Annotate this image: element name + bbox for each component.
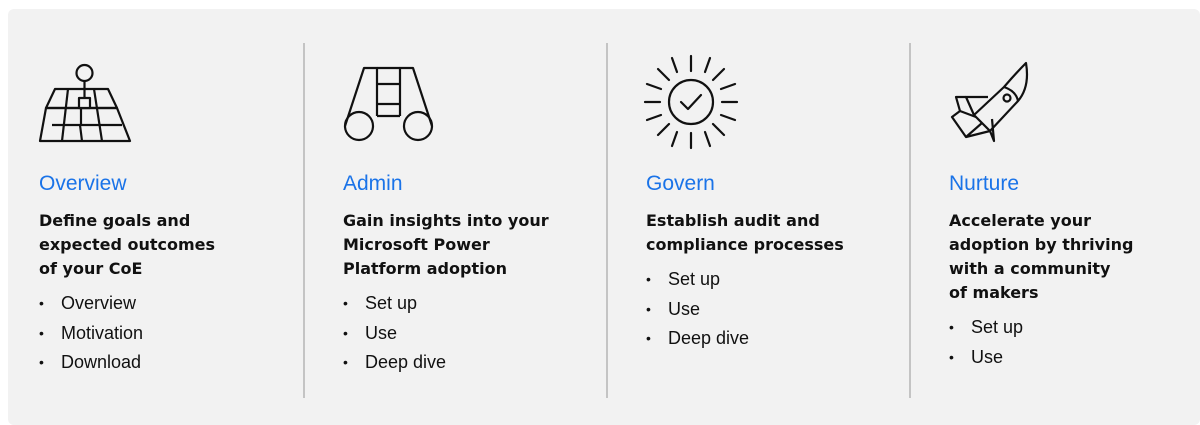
map-pin-icon [36, 59, 136, 149]
link-label[interactable]: Download [61, 352, 141, 372]
bullet-icon: • [646, 300, 651, 317]
link-label[interactable]: Deep dive [365, 352, 446, 372]
column-description: Gain insights into your Microsoft Power … [343, 209, 573, 281]
column-nurture: Nurture Accelerate your adoption by thri… [918, 9, 1200, 425]
bullet-icon: • [39, 324, 44, 341]
bullet-icon: • [39, 295, 44, 311]
link-label[interactable]: Use [971, 347, 1003, 367]
link-item-overview[interactable]: • Overview [39, 289, 143, 319]
column-description: Establish audit and compliance processes [646, 209, 876, 257]
link-label[interactable]: Deep dive [668, 328, 749, 348]
bullet-icon: • [343, 295, 348, 311]
description-line: of makers [949, 283, 1039, 302]
column-admin: Admin Gain insights into your Microsoft … [312, 9, 612, 425]
link-item-motivation[interactable]: • Motivation [39, 319, 143, 349]
description-line: compliance processes [646, 235, 844, 254]
link-label[interactable]: Use [668, 299, 700, 319]
bullet-icon: • [646, 330, 651, 346]
link-item-use[interactable]: • Use [949, 343, 1023, 373]
bullet-icon: • [646, 271, 651, 287]
link-label[interactable]: Motivation [61, 323, 143, 343]
description-line: adoption by thriving [949, 235, 1134, 254]
link-label[interactable]: Set up [365, 293, 417, 313]
link-label[interactable]: Overview [61, 293, 136, 313]
link-item-set-up[interactable]: • Set up [949, 313, 1023, 343]
link-label[interactable]: Set up [971, 317, 1023, 337]
sun-check-icon [643, 54, 743, 150]
description-line: Define goals and [39, 211, 191, 230]
bullet-icon: • [343, 324, 348, 341]
column-divider [909, 43, 911, 398]
description-line: Establish audit and [646, 211, 820, 230]
bullet-icon: • [39, 354, 44, 370]
column-govern: Govern Establish audit and compliance pr… [615, 9, 915, 425]
column-description: Define goals and expected outcomes of yo… [39, 209, 269, 281]
description-line: expected outcomes [39, 235, 216, 254]
column-title: Govern [646, 172, 715, 195]
description-line: of your CoE [39, 259, 143, 278]
column-overview: Overview Define goals and expected outco… [8, 9, 308, 425]
link-list: • Set up • Use [949, 313, 1023, 372]
binoculars-icon [340, 59, 440, 149]
column-title: Nurture [949, 172, 1020, 195]
coe-overview-panel: Overview Define goals and expected outco… [8, 9, 1200, 425]
link-list: • Set up • Use • Deep dive [343, 289, 446, 378]
description-line: Microsoft Power [343, 235, 490, 254]
description-line: with a community [949, 259, 1111, 278]
column-description: Accelerate your adoption by thriving wit… [949, 209, 1179, 305]
link-list: • Overview • Motivation • Download [39, 289, 143, 378]
link-item-deep-dive[interactable]: • Deep dive [646, 324, 749, 354]
rocket-icon [946, 59, 1046, 149]
link-list: • Set up • Use • Deep dive [646, 265, 749, 354]
column-divider [303, 43, 305, 398]
bullet-icon: • [949, 348, 954, 365]
bullet-icon: • [343, 354, 348, 370]
link-item-use[interactable]: • Use [343, 319, 446, 349]
description-line: Accelerate your [949, 211, 1091, 230]
link-label[interactable]: Set up [668, 269, 720, 289]
link-label[interactable]: Use [365, 323, 397, 343]
link-item-deep-dive[interactable]: • Deep dive [343, 348, 446, 378]
bullet-icon: • [949, 319, 954, 335]
description-line: Gain insights into your [343, 211, 549, 230]
link-item-set-up[interactable]: • Set up [646, 265, 749, 295]
link-item-set-up[interactable]: • Set up [343, 289, 446, 319]
link-item-download[interactable]: • Download [39, 348, 143, 378]
column-divider [606, 43, 608, 398]
description-line: Platform adoption [343, 259, 507, 278]
column-title: Overview [39, 172, 127, 195]
column-title: Admin [343, 172, 403, 195]
link-item-use[interactable]: • Use [646, 295, 749, 325]
